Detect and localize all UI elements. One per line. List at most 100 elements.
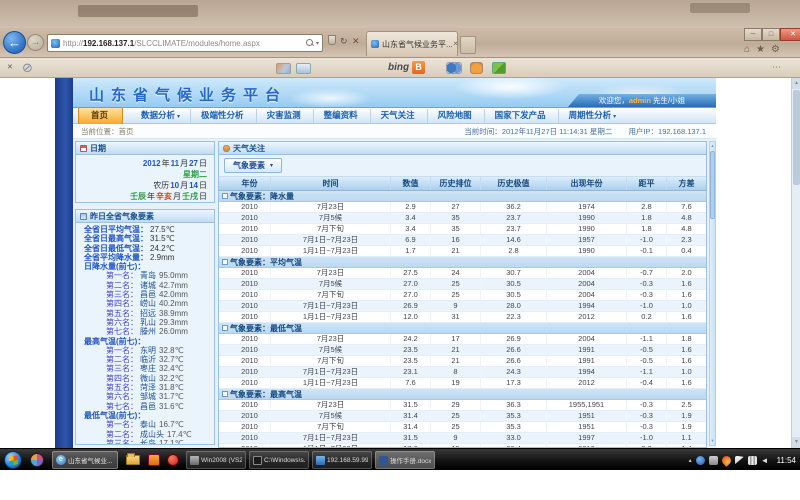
scroll-down-icon[interactable]: ▼ [792,437,800,448]
gear-icon[interactable]: ⚙ [771,43,780,57]
taskbar-window-button[interactable]: 192.168.59.99... [312,451,372,469]
addon-paw-icon[interactable] [470,62,483,74]
folder-icon[interactable] [126,455,140,465]
table-row[interactable]: 2010 7月23日 2.9 27 36.2 1974 2.8 7.6 [219,202,706,213]
nav-tab-8[interactable]: 周期性分析▾ [558,109,627,123]
table-row[interactable]: 2010 7月下旬 3.4 35 23.7 1990 1.8 4.8 [219,224,706,235]
bing-search-widget[interactable]: bing B [388,61,425,74]
table-row[interactable]: 2010 7月23日 24.2 17 26.9 2004 -1.1 1.8 [219,334,706,345]
section-checkbox[interactable] [222,391,228,397]
section-header-row[interactable]: 气象要素：平均气温 [219,257,706,268]
nav-tab-5[interactable]: 天气关注 [370,109,427,123]
pinned-red-app-icon[interactable] [167,454,179,466]
section-checkbox[interactable] [222,259,228,265]
home-icon[interactable]: ⌂ [744,43,750,57]
ranking-item: 第一名：青岛95.0mm [76,271,214,280]
cell-value: 23.5 [391,356,431,366]
nav-tab-6[interactable]: 风险地图 [427,109,484,123]
browser-scrollbar[interactable]: ▲ ▼ [791,78,800,448]
new-tab-button[interactable] [460,36,476,54]
start-button[interactable] [4,451,22,469]
nav-tab-4[interactable]: 整编资料 [313,109,370,123]
nav-tab-0[interactable]: 首页 [78,107,123,125]
browser-tab[interactable]: 山东省气候业务平... ✕ [366,31,458,56]
tray-flame-icon[interactable] [720,454,733,467]
section-header-row[interactable]: 气象要素：最低气温 [219,323,706,334]
table-row[interactable]: 2010 7月23日 27.5 24 30.7 2004 -0.7 2.0 [219,268,706,279]
taskbar-window-button[interactable]: C:\Windows\s... [249,451,309,469]
table-row[interactable]: 2010 1月1日~7月23日 12.0 31 22.3 2012 0.2 1.… [219,312,706,323]
table-row[interactable]: 2010 1月1日~7月23日 7.6 19 17.3 2012 -0.4 1.… [219,378,706,389]
taskbar-ie-window[interactable]: e 山东省气候业... [52,451,118,469]
action-center-flag-icon[interactable] [735,456,744,465]
scrollbar-thumb[interactable] [710,151,715,219]
cell-period: 7月5候 [271,279,391,289]
addon-mail-icon[interactable] [296,63,311,74]
scroll-up-icon[interactable]: ▲ [710,142,715,150]
content-scrollbar[interactable]: ▲ ▼ [709,141,716,446]
scroll-down-icon[interactable]: ▼ [710,437,715,445]
speaker-icon[interactable]: ◄ [761,456,769,465]
calendar-icon [80,145,87,152]
table-row[interactable]: 2010 7月5候 3.4 35 23.7 1990 1.8 4.8 [219,213,706,224]
address-bar[interactable]: http://192.168.137.1/SLCCLIMATE/modules/… [47,34,323,52]
nav-tab-7[interactable]: 国家下发产品 [484,109,558,123]
addon-puzzle-icon[interactable] [492,62,506,74]
table-row[interactable]: 2010 1月1日~7月23日 1.7 21 2.8 1990 -0.1 0.4 [219,246,706,257]
table-row[interactable]: 2010 7月5候 23.5 21 26.6 1991 -0.5 1.6 [219,345,706,356]
taskbar-clock[interactable]: 11:54 [777,456,796,465]
cell-anomaly: -0.5 [627,356,667,366]
taskbar-window-button[interactable]: 操作手册.docx ... [375,451,435,469]
nav-tab-1[interactable]: 数据分析▾ [131,109,190,123]
forward-button[interactable]: → [27,34,44,51]
table-body: 气象要素：降水量 2010 7月23日 2.9 27 [219,191,706,448]
pinned-app-icon[interactable] [30,453,44,467]
table-row[interactable]: 2010 7月1日~7月23日 23.1 8 24.3 1994 -1.1 1.… [219,367,706,378]
scroll-up-icon[interactable]: ▲ [792,78,800,89]
section-header-row[interactable]: 气象要素：降水量 [219,191,706,202]
nav-tab-2[interactable]: 极端性分析 [190,109,256,123]
table-row[interactable]: 2010 7月下旬 27.0 25 30.5 2004 -0.3 1.6 [219,290,706,301]
taskbar-window-button[interactable]: Win2008 (VS2... [186,451,246,469]
tray-update-icon[interactable] [709,456,718,465]
stop-icon[interactable]: ✕ [352,36,360,47]
table-row[interactable]: 2010 7月5候 27.0 25 30.5 2004 -0.3 1.6 [219,279,706,290]
more-icon[interactable]: ⋯ [772,62,781,73]
table-row[interactable]: 2010 7月下旬 23.5 21 26.6 1991 -0.5 1.6 [219,356,706,367]
search-icon[interactable] [306,39,314,47]
minimize-button[interactable]: ─ [744,28,762,41]
table-row[interactable]: 2010 7月23日 31.5 29 36.3 1955,1951 -0.3 2… [219,400,706,411]
close-button[interactable]: ✕ [780,28,800,41]
table-row[interactable]: 2010 7月1日~7月23日 31.5 9 33.0 1997 -1.0 1.… [219,433,706,444]
section-checkbox[interactable] [222,193,228,199]
scrollbar-thumb[interactable] [793,90,800,185]
ranking-item: 第五名：招远38.9mm [76,309,214,318]
tab-close-icon[interactable]: ✕ [453,40,458,48]
cell-period: 7月下旬 [271,422,391,432]
maximize-button[interactable]: □ [762,28,780,41]
table-row[interactable]: 2010 7月下旬 31.4 25 35.3 1951 -0.3 1.9 [219,422,706,433]
table-row[interactable]: 2010 7月5候 31.4 25 35.3 1951 -0.3 1.9 [219,411,706,422]
section-checkbox[interactable] [222,325,228,331]
star-icon[interactable]: ★ [756,43,765,57]
element-filter-button[interactable]: 气象要素▾ [224,158,282,173]
pinned-orange-app-icon[interactable] [148,454,160,466]
weather-summary-panel: 昨日全省气象要素 全省日平均气温：27.5℃ 全省日最高气温：31.5℃ 全省 [75,209,215,445]
table-row[interactable]: 2010 7月1日~7月23日 6.9 16 14.6 1957 -1.0 2.… [219,235,706,246]
cell-anomaly: -0.7 [627,268,667,278]
addon-cards-icon[interactable] [276,63,291,74]
chevron-down-icon[interactable]: ▾ [316,40,319,47]
cell-rank: 27 [431,202,481,212]
addon-binoculars-icon[interactable] [446,62,462,74]
refresh-icon[interactable]: ↻ [340,36,348,47]
network-icon[interactable] [748,456,757,465]
hidden-icons-arrow[interactable]: ▴ [689,457,692,464]
cell-value: 3.4 [391,224,431,234]
tray-network-app-icon[interactable] [696,456,705,465]
section-header-row[interactable]: 气象要素：最高气温 [219,389,706,400]
nav-tab-3[interactable]: 灾害监测 [256,109,313,123]
toolbar-close-icon[interactable]: ✕ [7,63,13,71]
back-button[interactable]: ← [3,31,26,54]
table-row[interactable]: 2010 7月1日~7月23日 26.9 9 28.0 1994 -1.0 1.… [219,301,706,312]
compatibility-icon[interactable] [328,35,336,45]
